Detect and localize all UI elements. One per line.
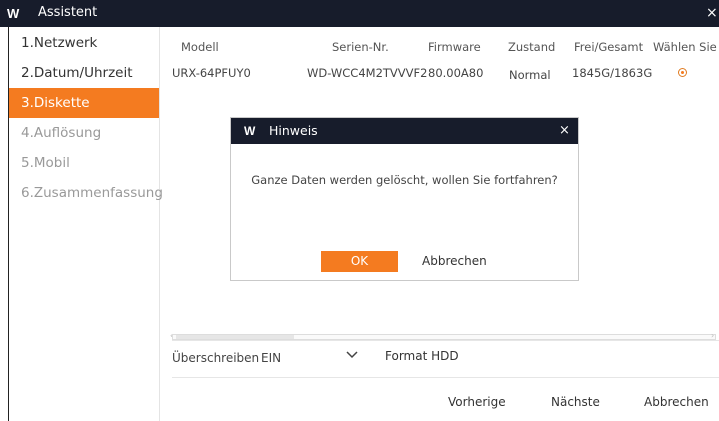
divider-bottom — [172, 377, 719, 378]
scroll-right-arrow-icon[interactable]: › — [711, 331, 714, 340]
setup-wizard-window: W Assistent × 1.Netzwerk 2.Datum/Uhrzeit… — [0, 0, 719, 421]
sidebar-item-zusammenfassung: 6.Zusammenfassung — [21, 185, 163, 201]
left-border — [0, 27, 9, 421]
column-header-waehlen-sie: Wählen Sie — [653, 40, 717, 54]
cell-frei-gesamt: 1845G/1863G — [572, 66, 653, 80]
scrollbar-thumb[interactable] — [176, 335, 294, 339]
sidebar: 1.Netzwerk 2.Datum/Uhrzeit 3.Diskette 4.… — [9, 27, 163, 421]
divider-top — [172, 340, 719, 341]
dialog-cancel-button[interactable]: Abbrechen — [422, 251, 487, 272]
dialog-brand-logo: W — [244, 124, 255, 138]
sidebar-item-aufloesung: 4.Auflösung — [21, 125, 102, 141]
close-icon[interactable]: × — [706, 5, 718, 21]
cell-modell: URX-64PFUY0 — [172, 66, 251, 80]
dialog-message: Ganze Daten werden gelöscht, wollen Sie … — [251, 173, 558, 187]
cell-zustand: Normal — [509, 68, 551, 82]
format-hdd-button[interactable]: Format HDD — [385, 349, 459, 363]
window-title: Assistent — [38, 5, 98, 20]
column-header-zustand: Zustand — [508, 40, 556, 54]
sidebar-item-mobil: 5.Mobil — [21, 155, 70, 171]
cell-serien-nr: WD-WCC4M2TVVVF2 — [307, 66, 428, 80]
next-button[interactable]: Nächste — [551, 395, 600, 409]
ok-button[interactable]: OK — [321, 251, 398, 272]
sidebar-item-datum-uhrzeit[interactable]: 2.Datum/Uhrzeit — [9, 58, 159, 88]
sidebar-item-netzwerk[interactable]: 1.Netzwerk — [9, 28, 159, 58]
dialog-title: Hinweis — [269, 123, 318, 138]
overwrite-select[interactable]: EIN — [261, 351, 281, 365]
select-radio[interactable] — [678, 68, 687, 77]
column-header-serien-nr: Serien-Nr. — [332, 40, 389, 54]
confirm-dialog: W Hinweis × Ganze Daten werden gelöscht,… — [230, 117, 579, 281]
sidebar-item-diskette[interactable]: 3.Diskette — [9, 88, 159, 118]
title-bar: W Assistent × — [0, 0, 719, 27]
chevron-down-icon[interactable] — [346, 348, 358, 363]
cancel-button[interactable]: Abbrechen — [644, 395, 709, 409]
dialog-title-bar: W Hinweis × — [231, 118, 578, 144]
overwrite-label: Überschreiben — [172, 351, 260, 365]
dialog-close-icon[interactable]: × — [559, 123, 570, 138]
column-header-modell: Modell — [181, 40, 219, 54]
column-header-frei-gesamt: Frei/Gesamt — [574, 40, 644, 54]
brand-logo: W — [7, 6, 19, 21]
column-header-firmware: Firmware — [428, 40, 481, 54]
cell-firmware: 80.00A80 — [428, 66, 484, 80]
previous-button[interactable]: Vorherige — [448, 395, 506, 409]
